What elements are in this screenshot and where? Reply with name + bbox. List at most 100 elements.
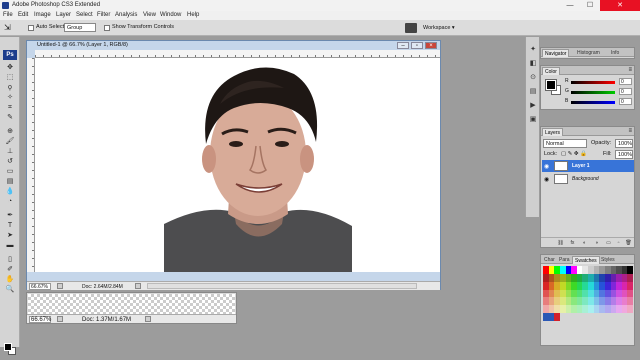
fill-field[interactable]: 100% (615, 150, 633, 159)
dodge-tool[interactable]: ◔ (4, 197, 16, 206)
move-tool-icon[interactable]: ⇲ (4, 23, 16, 33)
swatch-cell[interactable] (627, 297, 633, 306)
slider-red[interactable]: R 0 (565, 78, 633, 86)
blue-value[interactable]: 0 (619, 98, 632, 105)
tool-presets-panel-icon[interactable]: ◧ (528, 59, 538, 69)
blend-mode-dropdown[interactable]: Normal (543, 139, 587, 148)
swatch-cell[interactable] (627, 313, 633, 321)
blue-track[interactable] (571, 101, 615, 104)
layer-style-icon[interactable]: fx (569, 240, 576, 246)
red-track[interactable] (571, 81, 615, 84)
workspace-icon[interactable] (405, 23, 417, 33)
menu-filter[interactable]: Filter (97, 12, 110, 18)
doc-minimize-button[interactable]: – (397, 42, 409, 49)
move-tool[interactable]: ✥ (4, 63, 16, 72)
menu-select[interactable]: Select (76, 12, 93, 18)
visibility-eye-icon[interactable]: ◉ (544, 176, 549, 183)
lock-icons[interactable]: ▢ ✎ ✥ 🔒 (561, 151, 587, 157)
status-menu-arrow-icon-2[interactable] (145, 316, 151, 322)
layer-comps-panel-icon[interactable]: ▣ (528, 115, 538, 125)
tab-histogram[interactable]: Histogram (575, 49, 602, 57)
zoom-field[interactable]: 66.67% (29, 283, 51, 290)
menu-edit[interactable]: Edit (18, 12, 28, 18)
canvas[interactable] (35, 58, 440, 272)
transform-controls-checkbox[interactable] (104, 25, 110, 31)
slider-green[interactable]: G 0 (565, 88, 633, 96)
tab-info[interactable]: Info (609, 49, 621, 57)
swatch-cell[interactable] (627, 273, 633, 282)
zoom-field-2[interactable]: 66.67% (29, 316, 51, 323)
layer-row-background[interactable]: ◉ Background (542, 173, 634, 185)
vertical-ruler[interactable] (27, 58, 35, 272)
transparent-canvas[interactable] (28, 294, 235, 314)
healing-brush-tool[interactable]: ⊕ (4, 127, 16, 136)
tab-paragraph[interactable]: Para (557, 256, 572, 264)
layers-menu-icon[interactable]: ≡ (628, 128, 632, 134)
status-info-icon[interactable] (57, 283, 63, 289)
marquee-tool[interactable]: ⬚ (4, 73, 16, 82)
tab-styles[interactable]: Styles (599, 256, 617, 264)
brushes-panel-icon[interactable]: ✦ (528, 45, 538, 55)
link-layers-icon[interactable]: ⛓ (557, 240, 564, 246)
doc-maximize-button[interactable]: ▫ (411, 42, 423, 49)
menu-file[interactable]: File (3, 12, 13, 18)
menu-view[interactable]: View (143, 12, 156, 18)
swatch-cell[interactable] (627, 281, 633, 290)
layer-row-layer-1[interactable]: ◉ Layer 1 (542, 160, 634, 172)
crop-tool[interactable]: ⌗ (4, 103, 16, 112)
magic-wand-tool[interactable]: ✧ (4, 93, 16, 102)
swatch-grid[interactable] (543, 266, 633, 321)
adjustment-layer-icon[interactable]: ◑ (593, 240, 600, 246)
swatch-cell[interactable] (627, 289, 633, 298)
maximize-button[interactable]: ☐ (580, 0, 600, 11)
tab-layers[interactable]: Layers (542, 128, 564, 136)
opacity-field[interactable]: 100% (615, 139, 633, 148)
shape-tool[interactable]: ▬ (4, 241, 16, 250)
blur-tool[interactable]: 💧 (4, 187, 16, 196)
new-group-icon[interactable]: ▭ (605, 240, 612, 246)
gradient-tool[interactable]: ▤ (4, 177, 16, 186)
clone-stamp-tool[interactable]: ⊥ (4, 147, 16, 156)
auto-select-dropdown[interactable]: Group (64, 23, 96, 32)
menu-layer[interactable]: Layer (56, 12, 71, 18)
swatch-cell[interactable] (627, 266, 633, 274)
type-tool[interactable]: T (4, 221, 16, 230)
new-layer-icon[interactable]: ▫ (615, 240, 622, 246)
document-title-bar[interactable]: Untitled-1 @ 66.7% (Layer 1, RGB/8) – ▫ … (27, 41, 440, 50)
menu-image[interactable]: Image (34, 12, 51, 18)
swatch-cell[interactable] (627, 305, 633, 314)
layer-mask-icon[interactable]: ◐ (581, 240, 588, 246)
history-panel-icon[interactable]: ▤ (528, 87, 538, 97)
zoom-tool[interactable]: 🔍 (4, 285, 16, 294)
slice-tool[interactable]: ✎ (4, 113, 16, 122)
history-brush-tool[interactable]: ↺ (4, 157, 16, 166)
tab-navigator[interactable]: Navigator (542, 49, 570, 57)
pen-tool[interactable]: ✒ (4, 211, 16, 220)
green-value[interactable]: 0 (619, 88, 632, 95)
slider-blue[interactable]: B 0 (565, 98, 633, 106)
tab-color[interactable]: Color (542, 67, 560, 75)
tab-character[interactable]: Char (542, 256, 557, 264)
horizontal-scrollbar[interactable] (147, 283, 417, 289)
red-value[interactable]: 0 (619, 78, 632, 85)
color-fg-swatch[interactable] (545, 79, 557, 91)
auto-select-checkbox[interactable] (28, 25, 34, 31)
actions-panel-icon[interactable]: ▶ (528, 101, 538, 111)
lasso-tool[interactable]: ϙ (4, 83, 16, 92)
status-menu-arrow-icon[interactable] (135, 283, 141, 289)
doc-close-button[interactable]: × (425, 42, 437, 49)
foreground-color-swatch[interactable] (4, 343, 12, 351)
delete-layer-icon[interactable]: 🗑 (625, 240, 632, 246)
close-button[interactable]: ✕ (600, 0, 640, 11)
path-selection-tool[interactable]: ➤ (4, 231, 16, 240)
workspace-button[interactable]: Workspace ▾ (420, 24, 458, 32)
eyedropper-tool[interactable]: ✐ (4, 265, 16, 274)
visibility-eye-icon[interactable]: ◉ (544, 163, 549, 170)
clone-source-panel-icon[interactable]: ⊙ (528, 73, 538, 83)
status-info-icon-2[interactable] (57, 316, 63, 322)
notes-tool[interactable]: ▯ (4, 255, 16, 264)
minimize-button[interactable]: — (560, 0, 580, 11)
menu-analysis[interactable]: Analysis (115, 12, 137, 18)
panel-menu-icon[interactable]: ≡ (628, 67, 632, 73)
tab-swatches[interactable]: Swatches (572, 256, 600, 264)
